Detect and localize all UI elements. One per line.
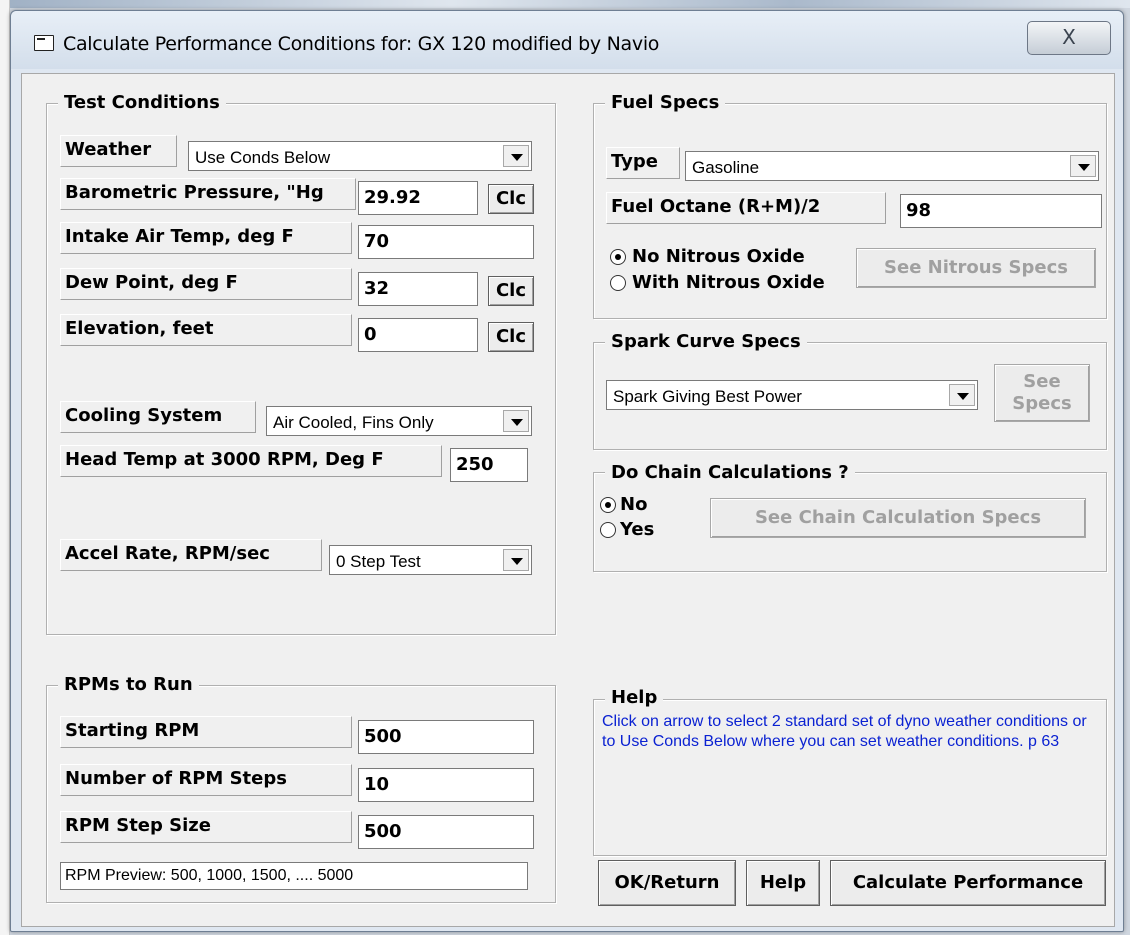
chain-no-label: No — [620, 494, 648, 515]
cooling-system-value: Air Cooled, Fins Only — [273, 413, 434, 432]
see-nitrous-specs-button[interactable]: See Nitrous Specs — [856, 248, 1096, 288]
intake-air-temp-label: Intake Air Temp, deg F — [60, 222, 352, 254]
chevron-down-icon[interactable] — [503, 410, 529, 432]
test-conditions-legend: Test Conditions — [58, 92, 226, 114]
cooling-system-label: Cooling System — [60, 401, 256, 433]
accel-rate-value: 0 Step Test — [336, 552, 421, 571]
fuel-type-label: Type — [606, 147, 680, 179]
cooling-system-select[interactable]: Air Cooled, Fins Only — [266, 406, 532, 436]
rpm-steps-input[interactable]: 10 — [358, 768, 534, 802]
background-window-edge — [0, 0, 10, 935]
fuel-specs-legend: Fuel Specs — [605, 92, 726, 114]
chain-yes-label: Yes — [620, 519, 655, 540]
rpm-preview: RPM Preview: 500, 1000, 1500, .... 5000 — [60, 862, 528, 890]
see-spark-specs-button[interactable]: See Specs — [994, 364, 1090, 422]
dialog-client-area: Test Conditions Weather Use Conds Below … — [21, 73, 1115, 927]
accel-rate-select[interactable]: 0 Step Test — [329, 545, 532, 575]
window-title: Calculate Performance Conditions for: GX… — [63, 33, 660, 55]
radio-selected-icon[interactable] — [610, 249, 626, 265]
spark-curve-select[interactable]: Spark Giving Best Power — [606, 380, 978, 410]
dew-point-label: Dew Point, deg F — [60, 268, 352, 300]
help-text: Click on arrow to select 2 standard set … — [602, 713, 1087, 750]
fuel-octane-input[interactable]: 98 — [900, 194, 1102, 228]
spark-curve-legend: Spark Curve Specs — [605, 331, 807, 353]
fuel-type-select[interactable]: Gasoline — [685, 151, 1099, 181]
starting-rpm-input[interactable]: 500 — [358, 720, 534, 754]
elevation-label: Elevation, feet — [60, 314, 352, 346]
chain-calc-legend: Do Chain Calculations ? — [605, 462, 855, 484]
rpm-step-size-input[interactable]: 500 — [358, 815, 534, 849]
background-desktop-strip — [0, 0, 1130, 8]
head-temp-label: Head Temp at 3000 RPM, Deg F — [60, 445, 442, 477]
close-button[interactable]: X — [1027, 21, 1111, 55]
dew-point-input[interactable]: 32 — [358, 272, 478, 306]
radio-selected-icon[interactable] — [600, 497, 616, 513]
title-bar[interactable]: Calculate Performance Conditions for: GX… — [11, 11, 1123, 69]
see-chain-specs-button[interactable]: See Chain Calculation Specs — [710, 498, 1086, 538]
spark-curve-value: Spark Giving Best Power — [613, 387, 802, 406]
rpm-step-size-label: RPM Step Size — [60, 811, 352, 843]
head-temp-input[interactable]: 250 — [450, 448, 528, 482]
no-nitrous-label: No Nitrous Oxide — [632, 246, 805, 267]
radio-unselected-icon[interactable] — [600, 522, 616, 538]
radio-unselected-icon[interactable] — [610, 275, 626, 291]
baro-clc-button[interactable]: Clc — [488, 184, 534, 214]
fuel-octane-label: Fuel Octane (R+M)/2 — [606, 192, 886, 224]
elevation-clc-button[interactable]: Clc — [488, 322, 534, 352]
baro-pressure-label: Barometric Pressure, "Hg — [60, 178, 356, 210]
weather-label: Weather — [60, 135, 177, 167]
help-button[interactable]: Help — [746, 860, 820, 906]
starting-rpm-label: Starting RPM — [60, 716, 352, 748]
chevron-down-icon[interactable] — [949, 384, 975, 406]
weather-select[interactable]: Use Conds Below — [188, 141, 532, 171]
baro-pressure-input[interactable]: 29.92 — [358, 181, 478, 215]
weather-select-value: Use Conds Below — [195, 148, 331, 167]
dew-clc-button[interactable]: Clc — [488, 276, 534, 306]
help-legend: Help — [605, 687, 664, 709]
rpms-legend: RPMs to Run — [58, 674, 199, 696]
chevron-down-icon[interactable] — [503, 549, 529, 571]
fuel-type-value: Gasoline — [692, 158, 760, 177]
with-nitrous-label: With Nitrous Oxide — [632, 272, 825, 293]
accel-rate-label: Accel Rate, RPM/sec — [60, 539, 322, 571]
see-spark-specs-line1: See — [1023, 371, 1061, 392]
dialog-window: Calculate Performance Conditions for: GX… — [10, 10, 1124, 932]
calculate-performance-button[interactable]: Calculate Performance — [830, 860, 1106, 906]
window-app-icon — [34, 35, 54, 51]
rpm-steps-label: Number of RPM Steps — [60, 764, 352, 796]
chevron-down-icon[interactable] — [503, 145, 529, 167]
elevation-input[interactable]: 0 — [358, 318, 478, 352]
chevron-down-icon[interactable] — [1070, 155, 1096, 177]
intake-air-temp-input[interactable]: 70 — [358, 225, 534, 259]
see-spark-specs-line2: Specs — [1012, 393, 1072, 414]
ok-return-button[interactable]: OK/Return — [598, 860, 736, 906]
